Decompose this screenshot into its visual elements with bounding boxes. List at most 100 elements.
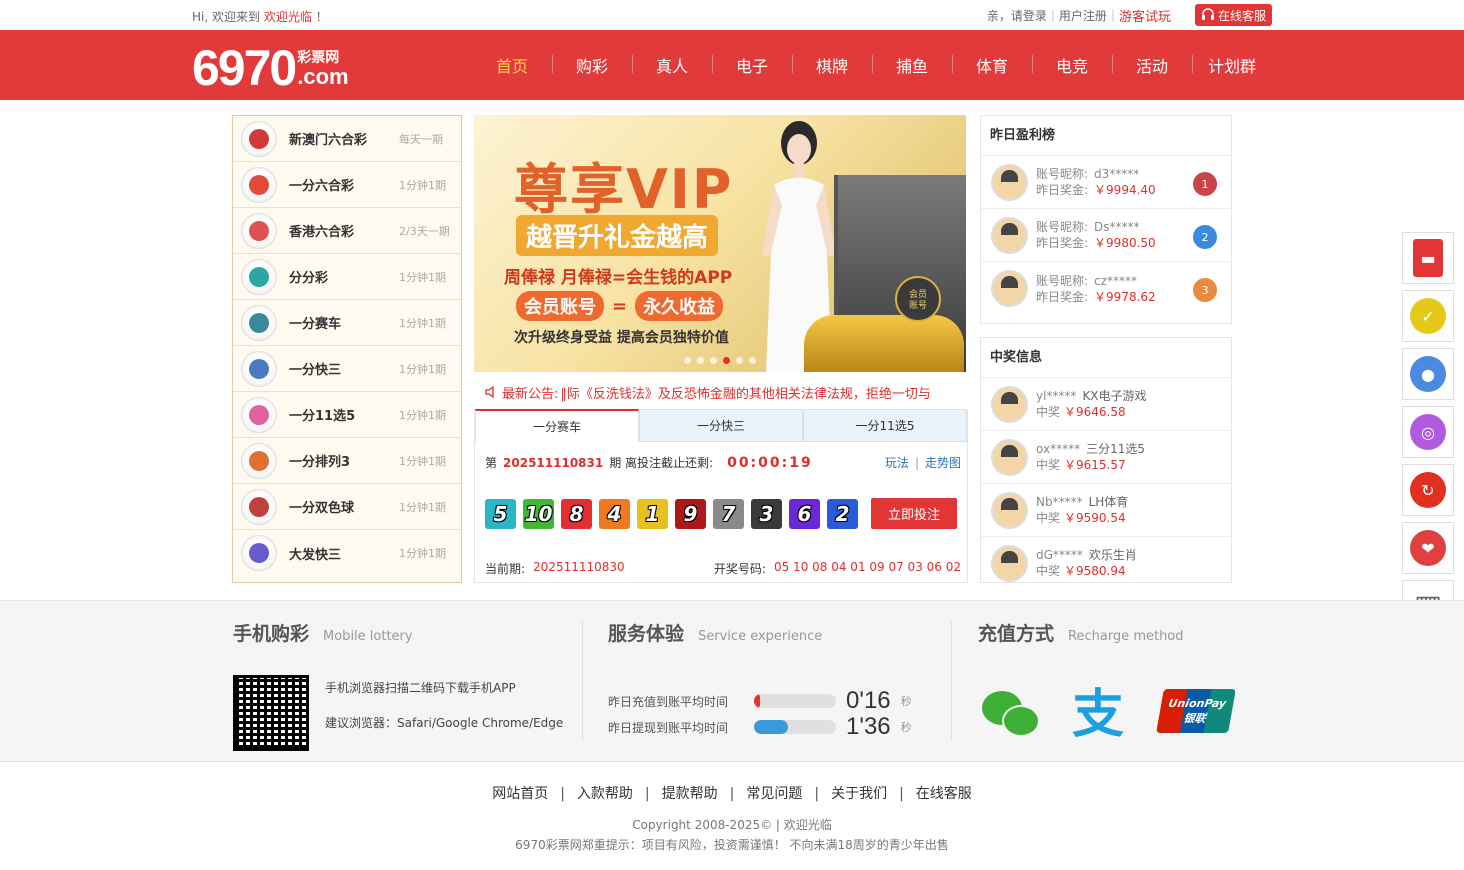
nav-live[interactable]: 真人 bbox=[632, 53, 712, 77]
banner-pill: 会员账号 bbox=[516, 291, 604, 321]
avatar bbox=[991, 544, 1028, 582]
winner-prize-line: 中奖 ￥9590.54 bbox=[1036, 510, 1128, 526]
online-service-button[interactable]: 在线客服 bbox=[1194, 4, 1272, 26]
recharge-icon: ↻ bbox=[1410, 472, 1446, 508]
nav-fishing[interactable]: 捕鱼 bbox=[872, 53, 952, 77]
rank-medal-icon: 3 bbox=[1193, 278, 1217, 302]
lottery-name: 分分彩 bbox=[289, 271, 329, 286]
lottery-name: 一分快三 bbox=[289, 363, 342, 378]
carousel-dot[interactable] bbox=[684, 357, 691, 364]
carousel-dot-active[interactable] bbox=[723, 357, 730, 364]
winner-info: dG***** 欢乐生肖 中奖 ￥9580.94 bbox=[1036, 547, 1137, 579]
carousel-dot[interactable] bbox=[736, 357, 743, 364]
lottery-logo-mark bbox=[249, 312, 269, 333]
service-time-unit: 秒 bbox=[900, 695, 912, 708]
win-label: 中奖 bbox=[1036, 405, 1061, 419]
nav-buy-lottery[interactable]: 购彩 bbox=[552, 53, 632, 77]
lottery-name: 大发快三 bbox=[289, 547, 342, 563]
lottery-item[interactable]: 一分六合彩 1分钟1期 bbox=[233, 162, 461, 208]
result-ball: 8 bbox=[561, 499, 592, 529]
result-ball: 9 bbox=[675, 499, 706, 529]
lottery-item[interactable]: 香港六合彩 2/3天一期 bbox=[233, 208, 461, 254]
lottery-item[interactable]: 一分双色球 1分钟1期 bbox=[233, 484, 461, 530]
speaker-icon bbox=[485, 385, 494, 399]
winner-line: yl***** KX电子游戏 bbox=[1036, 388, 1147, 404]
lottery-item[interactable]: 一分排列3 1分钟1期 bbox=[233, 438, 461, 484]
lottery-frequency: 1分钟1期 bbox=[399, 178, 446, 192]
footer-link[interactable]: 网站首页 bbox=[492, 786, 548, 802]
site-logo[interactable]: 6970 彩票网 .com bbox=[192, 36, 349, 94]
service-time-unit: 秒 bbox=[900, 721, 912, 734]
result-ball: 5 bbox=[485, 499, 516, 529]
side-float-button[interactable]: ▬ bbox=[1402, 232, 1454, 284]
announcement-label: 最新公告: bbox=[502, 386, 559, 402]
rules-link[interactable]: 玩法 bbox=[885, 456, 909, 470]
lottery-item[interactable]: 大发快三 1分钟1期 bbox=[233, 530, 461, 576]
lottery-name: 一分六合彩 bbox=[289, 179, 355, 194]
place-bet-button[interactable]: 立即投注 bbox=[871, 498, 957, 529]
divider: | bbox=[1110, 8, 1115, 22]
footer-link[interactable]: 入款帮助 bbox=[577, 786, 633, 802]
lottery-item[interactable]: 一分赛车 1分钟1期 bbox=[233, 300, 461, 346]
nav-plan-group[interactable]: 计划群 bbox=[1192, 53, 1272, 77]
lottery-frequency: 1分钟1期 bbox=[399, 547, 446, 560]
lottery-item[interactable]: 一分11选5 1分钟1期 bbox=[233, 392, 461, 438]
lottery-frequency: 每天一期 bbox=[399, 132, 443, 146]
nav-promotions[interactable]: 活动 bbox=[1112, 53, 1192, 77]
nav-slots[interactable]: 电子 bbox=[712, 53, 792, 77]
lottery-name: 一分双色球 bbox=[289, 501, 355, 516]
vip-banner[interactable]: 尊享VIP 越晋升礼金越高 周俸禄 月俸禄=会生钱的APP 会员账号 = 永久收… bbox=[474, 115, 966, 372]
lottery-name: 一分排列3 bbox=[289, 455, 351, 470]
trend-chart-link[interactable]: 走势图 bbox=[925, 456, 961, 470]
prize-line: 昨日奖金: ￥9994.40 bbox=[1036, 182, 1156, 198]
login-link[interactable]: 亲，请登录 bbox=[987, 7, 1047, 24]
divider: | bbox=[914, 456, 919, 470]
carousel-dot[interactable] bbox=[697, 357, 704, 364]
side-float-button[interactable]: ❤ bbox=[1402, 522, 1454, 574]
lottery-item[interactable]: 分分彩 1分钟1期 bbox=[233, 254, 461, 300]
checkin-icon: ✓ bbox=[1410, 298, 1446, 334]
carousel-dot[interactable] bbox=[749, 357, 756, 364]
carousel-dot[interactable] bbox=[710, 357, 717, 364]
account-name: cz***** bbox=[1094, 273, 1137, 288]
nav-home[interactable]: 首页 bbox=[472, 53, 552, 77]
tab-one-minute-racing[interactable]: 一分赛车 bbox=[475, 409, 639, 442]
banner-line: 周俸禄 月俸禄=会生钱的APP bbox=[504, 268, 733, 288]
nav-sports[interactable]: 体育 bbox=[952, 53, 1032, 77]
issue-prefix: 第 bbox=[485, 456, 498, 470]
footer-link[interactable]: 在线客服 bbox=[916, 786, 972, 802]
nav-cards[interactable]: 棋牌 bbox=[792, 53, 872, 77]
footer-link[interactable]: 常见问题 bbox=[746, 786, 802, 802]
gift-hands-icon: ❤ bbox=[1410, 530, 1446, 566]
announcement-bar[interactable]: 最新公告: ‖际《反洗钱法》及反恐怖金融的其他相关法律法规，拒绝一切与 bbox=[474, 380, 966, 404]
guest-trial-link[interactable]: 游客试玩 bbox=[1119, 6, 1171, 25]
tab-one-minute-11x5[interactable]: 一分11选5 bbox=[803, 409, 967, 442]
winner-line: Nb***** LH体育 bbox=[1036, 494, 1128, 510]
ranking-row: 账号昵称: d3***** 昨日奖金: ￥9994.40 1 bbox=[981, 156, 1231, 209]
side-float-button[interactable]: ◎ bbox=[1402, 406, 1454, 458]
side-float-button[interactable]: ● bbox=[1402, 348, 1454, 400]
tab-one-minute-k3[interactable]: 一分快三 bbox=[639, 409, 803, 442]
qr-hint: 手机浏览器扫描二维码下载手机APP bbox=[325, 681, 516, 695]
lottery-frequency: 2/3天一期 bbox=[399, 224, 450, 238]
rank-medal-icon: 1 bbox=[1193, 172, 1217, 196]
winner-line: ox***** 三分11选5 bbox=[1036, 441, 1145, 457]
lottery-logo-icon bbox=[241, 442, 277, 479]
lottery-item[interactable]: 新澳门六合彩 每天一期 bbox=[233, 116, 461, 162]
nav-esports[interactable]: 电竞 bbox=[1032, 53, 1112, 77]
register-link[interactable]: 用户注册 bbox=[1059, 7, 1107, 24]
prize-amount: ￥9994.40 bbox=[1094, 183, 1156, 197]
service-time-bar bbox=[754, 720, 837, 734]
winner-info: Nb***** LH体育 中奖 ￥9590.54 bbox=[1036, 494, 1128, 526]
divider: | bbox=[814, 786, 820, 802]
divider: | bbox=[729, 786, 735, 802]
side-float-button[interactable]: ↻ bbox=[1402, 464, 1454, 516]
banner-pill: 永久收益 bbox=[635, 291, 724, 321]
site-name-link[interactable]: 欢迎光临 bbox=[264, 10, 312, 24]
footer-link[interactable]: 关于我们 bbox=[831, 786, 887, 802]
lottery-item[interactable]: 一分快三 1分钟1期 bbox=[233, 346, 461, 392]
account-line: 账号昵称: cz***** bbox=[1036, 273, 1156, 289]
side-float-button[interactable]: ✓ bbox=[1402, 290, 1454, 342]
account-label: 账号昵称: bbox=[1036, 273, 1089, 288]
footer-link[interactable]: 提款帮助 bbox=[662, 786, 718, 802]
